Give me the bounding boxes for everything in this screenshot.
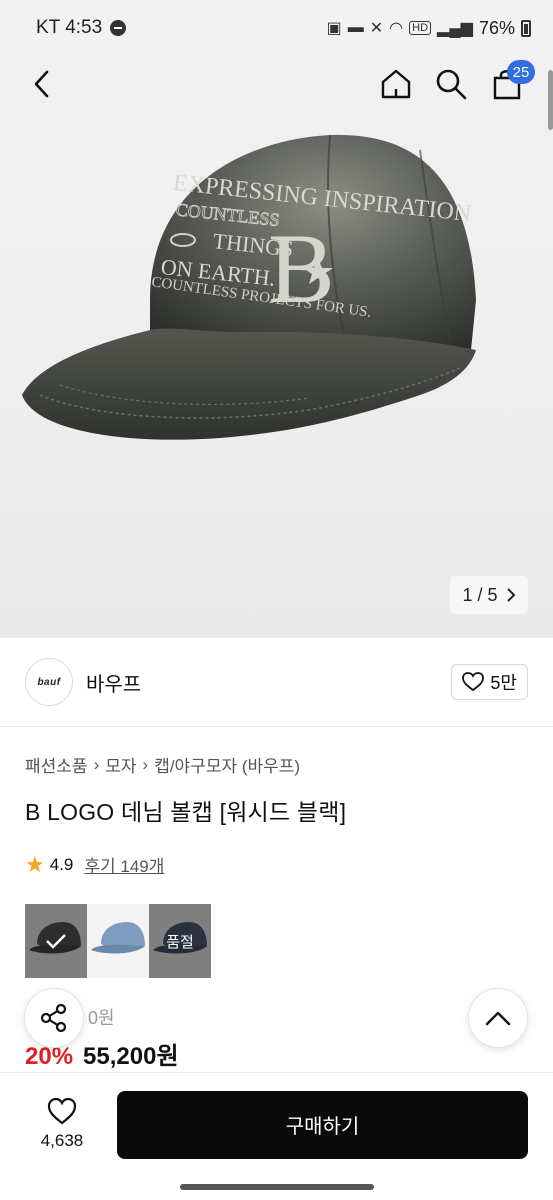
brand-logo[interactable]: bauf bbox=[25, 658, 73, 706]
rating-row: ★ 4.9 후기 149개 bbox=[25, 852, 164, 877]
top-nav: 25 bbox=[0, 56, 553, 110]
buy-button[interactable]: 구매하기 bbox=[117, 1090, 528, 1159]
back-arrow-icon bbox=[34, 70, 49, 98]
check-icon bbox=[46, 934, 66, 949]
mute-icon: ✕ bbox=[369, 20, 384, 37]
chevron-right-icon: › bbox=[142, 754, 149, 774]
color-option-washed-black[interactable] bbox=[25, 904, 87, 978]
search-button[interactable] bbox=[429, 62, 473, 106]
breadcrumb-item-caps[interactable]: 캡/야구모자 (바우프) bbox=[154, 752, 300, 777]
cart-button[interactable]: 25 bbox=[485, 60, 535, 106]
section-divider bbox=[0, 726, 553, 727]
wishlist-count: 4,638 bbox=[40, 1131, 84, 1150]
color-option-denim-blue[interactable] bbox=[87, 904, 149, 978]
original-price: 0원 bbox=[88, 1008, 115, 1028]
chevron-up-icon bbox=[485, 1011, 511, 1026]
image-counter-label: 1 / 5 bbox=[462, 584, 498, 605]
share-button[interactable] bbox=[24, 988, 84, 1048]
carrier-time: KT 4:53 bbox=[36, 17, 103, 38]
back-button[interactable] bbox=[20, 62, 64, 106]
search-icon bbox=[436, 69, 467, 100]
wishlist-button[interactable]: 4,638 bbox=[25, 1098, 99, 1151]
breadcrumb-item-fashion-accessories[interactable]: 패션소품 bbox=[25, 752, 88, 777]
color-options: 품절 bbox=[25, 904, 211, 978]
battery-percent: 76% bbox=[478, 17, 515, 38]
breadcrumb-item-hats[interactable]: 모자 bbox=[105, 752, 136, 777]
app-notification-icon: ▣ bbox=[326, 20, 342, 37]
color-option-dark-navy[interactable]: 품절 bbox=[149, 904, 211, 978]
breadcrumb: 패션소품 › 모자 › 캡/야구모자 (바우프) bbox=[25, 752, 300, 777]
option-thumbnail bbox=[87, 904, 149, 978]
scroll-top-button[interactable] bbox=[468, 988, 528, 1048]
home-icon bbox=[381, 69, 411, 99]
wifi-icon: ◠ bbox=[389, 20, 404, 37]
chevron-right-icon bbox=[506, 588, 515, 602]
heart-icon bbox=[462, 672, 485, 692]
chevron-right-icon: › bbox=[93, 754, 100, 774]
sold-out-overlay: 품절 bbox=[149, 904, 211, 978]
brand-logo-text: bauf bbox=[37, 676, 61, 688]
brand-name[interactable]: 바우프 bbox=[86, 668, 141, 697]
gesture-navigation-bar[interactable] bbox=[180, 1184, 374, 1190]
bottom-action-bar: 4,638 구매하기 bbox=[0, 1072, 553, 1176]
sale-price: 55,200원 bbox=[83, 1043, 179, 1070]
image-counter[interactable]: 1 / 5 bbox=[450, 576, 528, 614]
rating-value: 4.9 bbox=[49, 854, 74, 874]
do-not-disturb-icon bbox=[110, 20, 127, 36]
sold-out-label: 품절 bbox=[166, 933, 194, 951]
share-icon bbox=[40, 1003, 67, 1033]
brand-row: bauf 바우프 5만 bbox=[0, 638, 553, 726]
selected-overlay bbox=[25, 904, 87, 978]
product-title: B LOGO 데님 볼캡 [워시드 블랙] bbox=[25, 799, 347, 825]
star-icon: ★ bbox=[25, 851, 45, 877]
home-button[interactable] bbox=[374, 62, 418, 106]
review-link[interactable]: 후기 149개 bbox=[84, 852, 164, 877]
brand-like-count: 5만 bbox=[490, 673, 517, 693]
heart-icon bbox=[47, 1098, 77, 1125]
hd-label: HD bbox=[409, 21, 432, 35]
cart-count-badge: 25 bbox=[507, 60, 535, 84]
battery-icon bbox=[521, 19, 531, 37]
status-bar: KT 4:53 ▣ ▬ ✕ ◠ HD ▂▄▆ 76% bbox=[0, 0, 553, 56]
brand-like-button[interactable]: 5만 bbox=[451, 664, 528, 700]
signal-icon: ▂▄▆ bbox=[437, 20, 473, 37]
bed-icon: ▬ bbox=[347, 19, 364, 36]
